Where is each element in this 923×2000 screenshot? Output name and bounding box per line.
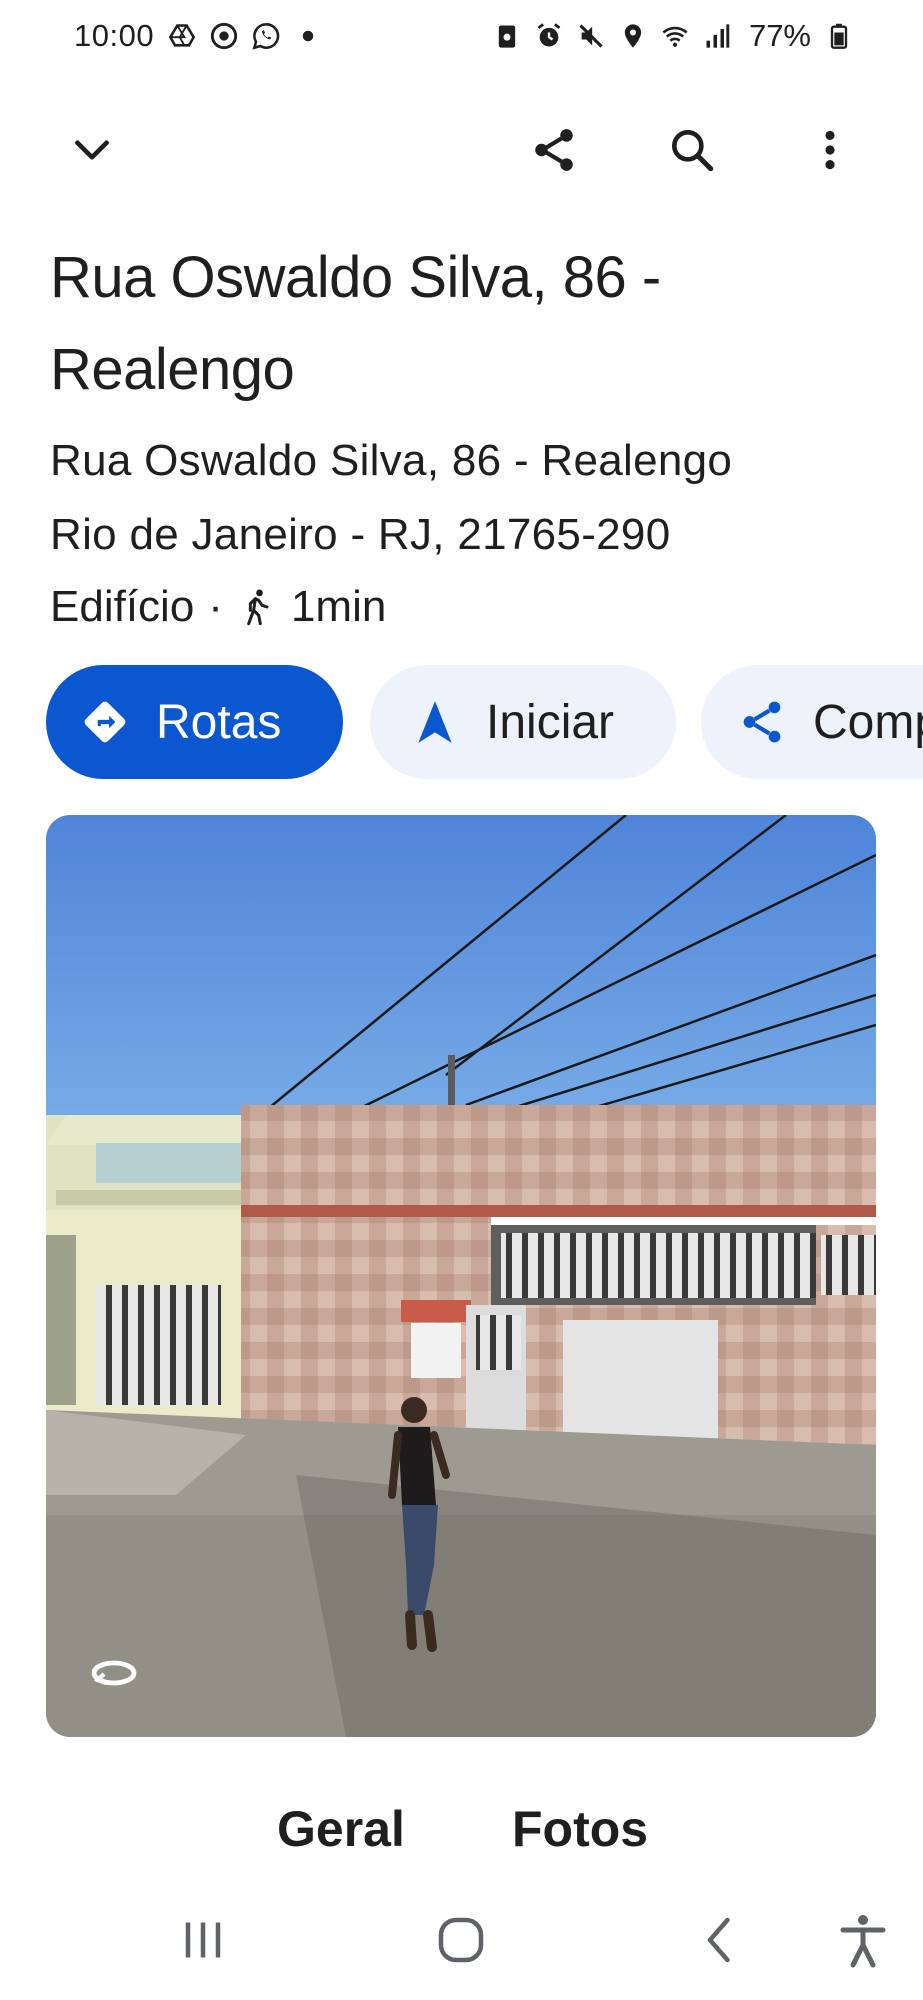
status-right: 77%	[493, 18, 853, 54]
recents-button[interactable]	[158, 1900, 248, 1980]
whatsapp-icon	[252, 22, 280, 50]
street-scene-illustration	[46, 815, 876, 1737]
routes-button[interactable]: Rotas	[46, 665, 343, 779]
share-button[interactable]	[518, 114, 590, 186]
mute-icon	[577, 22, 605, 50]
accessibility-icon	[840, 1915, 886, 1968]
location-icon	[619, 22, 647, 50]
system-nav-bar	[0, 1890, 923, 2000]
place-meta: Edifício · 1min	[50, 582, 386, 632]
back-button[interactable]	[675, 1900, 765, 1980]
place-sheet-header	[0, 110, 923, 190]
drive-icon	[168, 22, 196, 50]
share-icon	[535, 129, 573, 171]
battery-percent: 77%	[748, 18, 811, 53]
tab-photos[interactable]: Fotos	[512, 1800, 648, 1858]
status-left: 10:00	[74, 18, 322, 54]
navigation-icon	[410, 697, 460, 747]
wifi-icon	[661, 22, 689, 50]
alarm-icon	[535, 22, 563, 50]
address-line-1: Rua Oswaldo Silva, 86 - Realengo	[50, 436, 733, 485]
action-chips: Rotas Iniciar Compartilhar	[46, 665, 923, 779]
street-view-image[interactable]	[46, 815, 876, 1737]
more-vert-icon	[825, 130, 835, 170]
signal-icon	[703, 22, 731, 50]
status-time: 10:00	[74, 18, 155, 53]
share-chip-button[interactable]: Compartilhar	[701, 665, 923, 779]
tab-overview[interactable]: Geral	[277, 1800, 405, 1858]
recents-icon	[185, 1922, 221, 1958]
status-bar: 10:00 77%	[0, 0, 923, 72]
walking-icon	[237, 585, 277, 629]
chrome-icon	[210, 22, 238, 50]
chevron-down-icon	[75, 140, 109, 160]
share-label: Compartilhar	[813, 695, 923, 749]
start-label: Iniciar	[486, 695, 615, 749]
meta-separator: ·	[208, 582, 223, 631]
lock-icon	[493, 22, 521, 50]
address-line-2: Rio de Janeiro - RJ, 21765-290	[50, 510, 671, 559]
place-tabs: Geral Fotos	[0, 1800, 923, 1880]
directions-icon	[80, 697, 130, 747]
search-icon	[672, 130, 714, 172]
battery-icon	[825, 22, 853, 50]
dot-icon	[294, 22, 322, 50]
walk-time: 1min	[290, 582, 387, 631]
place-title: Rua Oswaldo Silva, 86 - Realengo	[50, 245, 661, 402]
home-icon	[438, 1917, 484, 1963]
routes-label: Rotas	[156, 695, 282, 749]
collapse-button[interactable]	[56, 114, 128, 186]
rotate-360-icon[interactable]	[88, 1653, 140, 1693]
search-button[interactable]	[656, 114, 728, 186]
start-button[interactable]: Iniciar	[370, 665, 676, 779]
share-icon	[737, 697, 787, 747]
back-icon	[707, 1917, 730, 1963]
home-button[interactable]	[416, 1900, 506, 1980]
place-category: Edifício	[50, 582, 195, 631]
more-options-button[interactable]	[794, 114, 866, 186]
accessibility-button[interactable]	[818, 1900, 908, 1980]
